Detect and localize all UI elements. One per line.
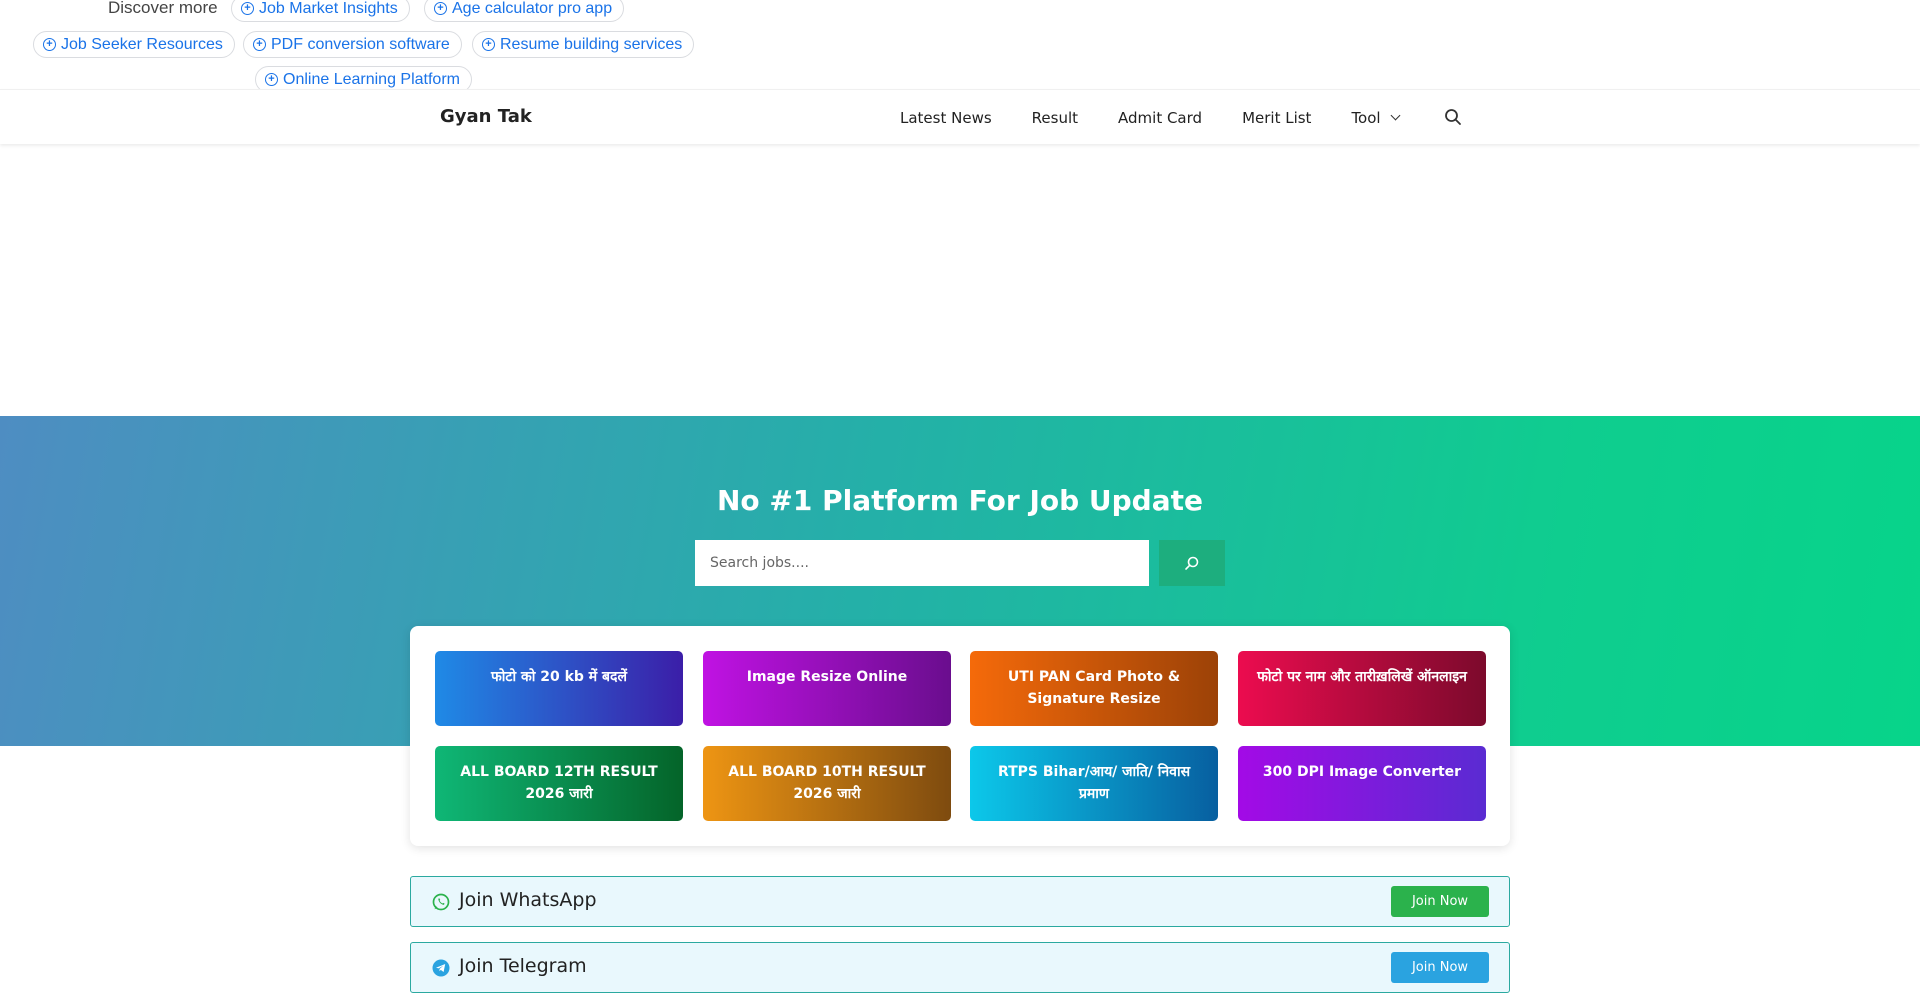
nav-admit-card[interactable]: Admit Card — [1118, 109, 1202, 127]
nav-merit-list[interactable]: Merit List — [1242, 109, 1311, 127]
site-header: Gyan Tak Latest News Result Admit Card M… — [0, 89, 1920, 144]
main-nav: Latest News Result Admit Card Merit List… — [900, 90, 1439, 145]
discover-more-bar: Discover more + Job Market Insights + Age … — [0, 0, 1920, 93]
job-search-input[interactable] — [695, 540, 1149, 586]
search-icon — [1185, 556, 1199, 570]
site-logo[interactable]: Gyan Tak — [440, 106, 532, 127]
job-search-button[interactable] — [1159, 540, 1225, 586]
tool-rtps-bihar[interactable]: RTPS Bihar/आय/ जाति/ निवास प्रमाण — [970, 746, 1218, 821]
tool-300dpi-converter[interactable]: 300 DPI Image Converter — [1238, 746, 1486, 821]
join-whatsapp-label: Join WhatsApp — [459, 889, 597, 911]
nav-latest-news[interactable]: Latest News — [900, 109, 992, 127]
plus-circle-icon: + — [253, 38, 266, 51]
chip-pdf-conversion[interactable]: + PDF conversion software — [243, 31, 462, 58]
plus-circle-icon: + — [265, 73, 278, 86]
join-whatsapp-button[interactable]: Join Now — [1391, 886, 1489, 917]
chevron-down-icon — [1390, 110, 1401, 121]
tool-12th-result[interactable]: ALL BOARD 12TH RESULT 2026 जारी — [435, 746, 683, 821]
search-icon[interactable] — [1444, 108, 1462, 126]
tool-photo-20kb[interactable]: फोटो को 20 kb में बदलें — [435, 651, 683, 726]
tool-uti-pan-resize[interactable]: UTI PAN Card Photo & Signature Resize — [970, 651, 1218, 726]
join-telegram-bar: Join Telegram Join Now — [410, 942, 1510, 993]
plus-circle-icon: + — [241, 2, 254, 15]
chip-age-calculator[interactable]: + Age calculator pro app — [424, 0, 625, 22]
chip-job-seeker-resources[interactable]: + Job Seeker Resources — [33, 31, 235, 58]
plus-circle-icon: + — [43, 38, 56, 51]
hero-title: No #1 Platform For Job Update — [717, 484, 1203, 517]
plus-circle-icon: + — [482, 38, 495, 51]
tools-card: फोटो को 20 kb में बदलें Image Resize Onl… — [410, 626, 1510, 846]
join-telegram-button[interactable]: Join Now — [1391, 952, 1489, 983]
telegram-icon — [432, 959, 450, 977]
tool-photo-name-date[interactable]: फोटो पर नाम और तारीख़लिखें ऑनलाइन — [1238, 651, 1486, 726]
whatsapp-icon — [432, 893, 450, 911]
tool-image-resize[interactable]: Image Resize Online — [703, 651, 951, 726]
chip-resume-building[interactable]: + Resume building services — [472, 31, 695, 58]
join-telegram-label: Join Telegram — [459, 955, 587, 977]
nav-result[interactable]: Result — [1032, 109, 1078, 127]
plus-circle-icon: + — [434, 2, 447, 15]
join-whatsapp-bar: Join WhatsApp Join Now — [410, 876, 1510, 927]
discover-more-label: Discover more — [108, 0, 218, 17]
nav-tool[interactable]: Tool — [1351, 109, 1401, 127]
chip-job-market-insights[interactable]: + Job Market Insights — [231, 0, 410, 22]
tool-10th-result[interactable]: ALL BOARD 10TH RESULT 2026 जारी — [703, 746, 951, 821]
